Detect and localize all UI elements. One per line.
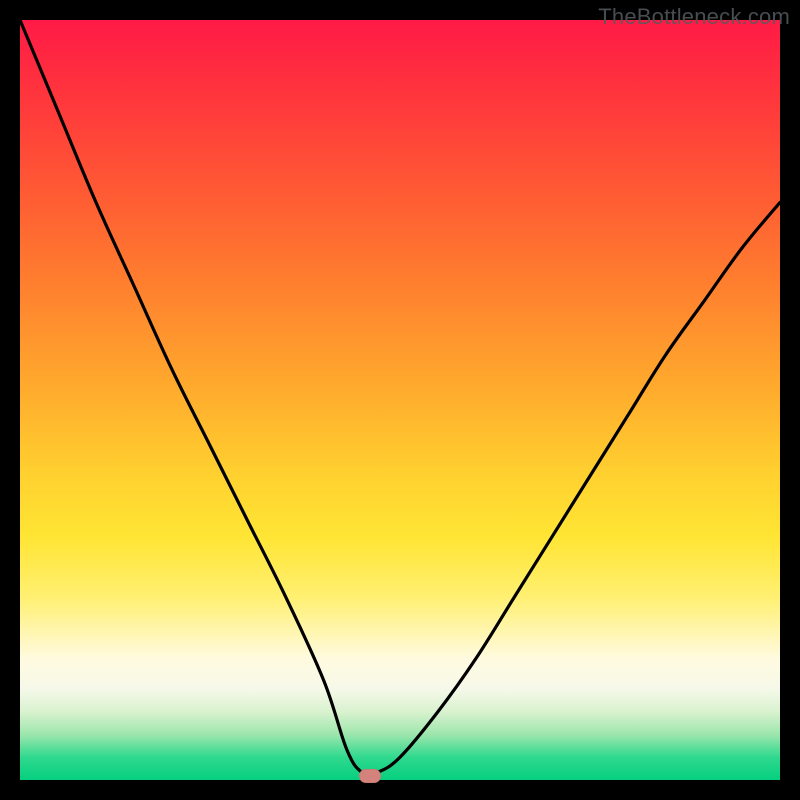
curve-layer — [20, 20, 780, 780]
bottleneck-curve — [20, 20, 780, 775]
plot-area — [20, 20, 780, 780]
chart-frame: TheBottleneck.com — [0, 0, 800, 800]
min-marker — [359, 769, 381, 783]
